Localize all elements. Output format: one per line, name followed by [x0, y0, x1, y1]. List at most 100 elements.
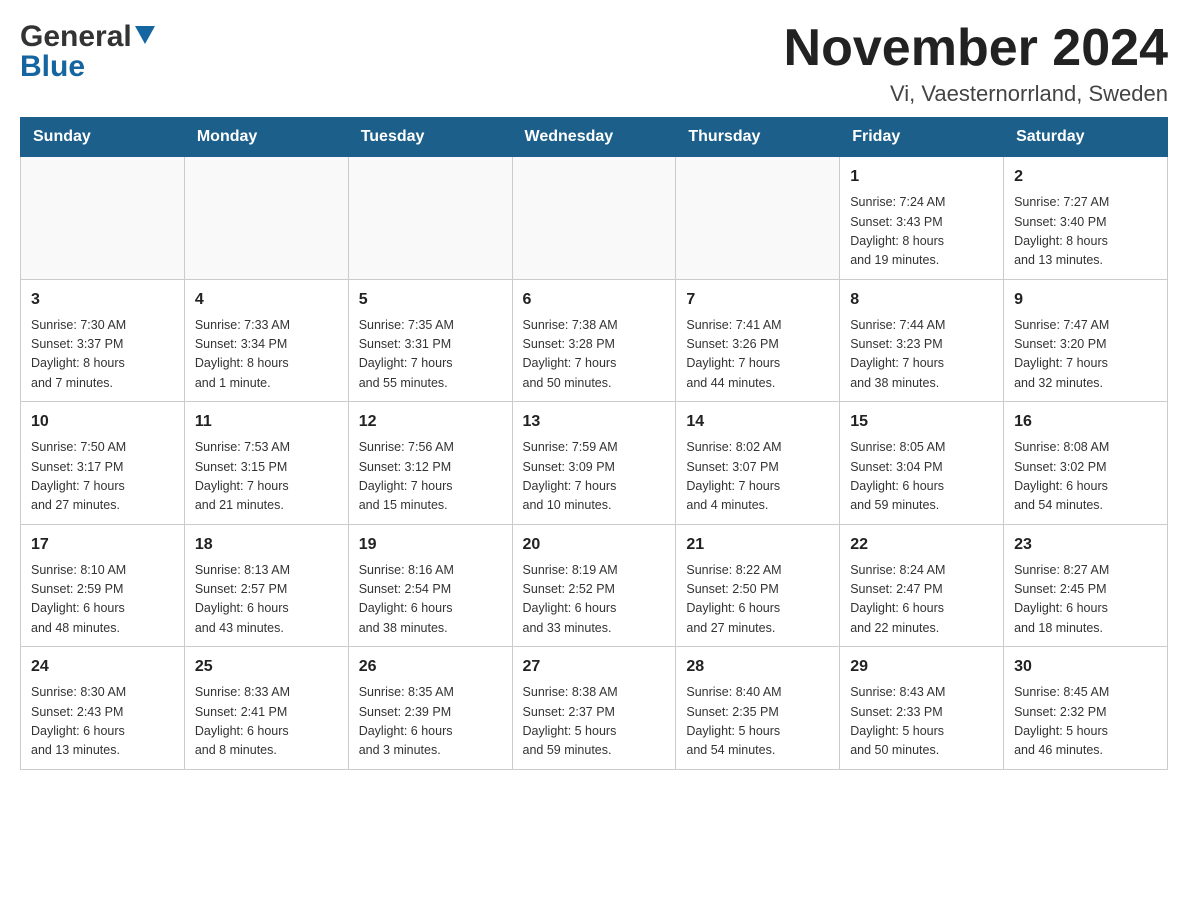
calendar-weekday-saturday: Saturday: [1004, 118, 1168, 157]
calendar-cell: 13Sunrise: 7:59 AM Sunset: 3:09 PM Dayli…: [512, 402, 676, 525]
calendar-cell: 17 Sunrise: 8:10 AM Sunset: 2:59 PM Dayli…: [21, 524, 185, 647]
calendar-cell: 25 Sunrise: 8:33 AM Sunset: 2:41 PM Dayli…: [184, 647, 348, 770]
calendar-cell: 6 Sunrise: 7:38 AM Sunset: 3:28 PM Daylig…: [512, 279, 676, 402]
calendar-week-row: 3Sunrise: 7:30 AM Sunset: 3:37 PM Daylig…: [21, 279, 1168, 402]
calendar-cell: 20 Sunrise: 8:19 AM Sunset: 2:52 PM Dayli…: [512, 524, 676, 647]
day-number: 22: [850, 533, 993, 557]
day-info: Sunrise: 8:10 AM Sunset: 2:59 PM Dayligh…: [31, 561, 174, 639]
day-info: Sunrise: 8:38 AM Sunset: 2:37 PM Dayligh…: [523, 683, 666, 761]
calendar-cell: 22 Sunrise: 8:24 AM Sunset: 2:47 PM Dayli…: [840, 524, 1004, 647]
logo-general-text: General: [20, 20, 132, 54]
day-info: Sunrise: 8:35 AM Sunset: 2:39 PM Dayligh…: [359, 683, 502, 761]
day-info: Sunrise: 8:13 AM Sunset: 2:57 PM Dayligh…: [195, 561, 338, 639]
calendar-cell: 3Sunrise: 7:30 AM Sunset: 3:37 PM Daylig…: [21, 279, 185, 402]
calendar-cell: 11 Sunrise: 7:53 AM Sunset: 3:15 PM Dayli…: [184, 402, 348, 525]
logo-blue-text: Blue: [20, 50, 155, 84]
day-info: Sunrise: 7:38 AM Sunset: 3:28 PM Dayligh…: [523, 316, 666, 394]
day-number: 1: [850, 165, 993, 189]
calendar-header-row: SundayMondayTuesdayWednesdayThursdayFrid…: [21, 118, 1168, 157]
calendar-cell: [512, 157, 676, 280]
calendar-weekday-tuesday: Tuesday: [348, 118, 512, 157]
calendar-cell: 1 Sunrise: 7:24 AM Sunset: 3:43 PM Daylig…: [840, 157, 1004, 280]
day-number: 16: [1014, 410, 1157, 434]
calendar-cell: 16 Sunrise: 8:08 AM Sunset: 3:02 PM Dayli…: [1004, 402, 1168, 525]
day-info: Sunrise: 7:30 AM Sunset: 3:37 PM Dayligh…: [31, 316, 174, 394]
location-title: Vi, Vaesternorrland, Sweden: [784, 81, 1168, 107]
calendar-cell: 8 Sunrise: 7:44 AM Sunset: 3:23 PM Daylig…: [840, 279, 1004, 402]
calendar-cell: 19Sunrise: 8:16 AM Sunset: 2:54 PM Dayli…: [348, 524, 512, 647]
logo-triangle-icon: [135, 26, 155, 44]
calendar-week-row: 10Sunrise: 7:50 AM Sunset: 3:17 PM Dayli…: [21, 402, 1168, 525]
calendar-header: SundayMondayTuesdayWednesdayThursdayFrid…: [21, 118, 1168, 157]
calendar-body: 1 Sunrise: 7:24 AM Sunset: 3:43 PM Daylig…: [21, 157, 1168, 770]
calendar-week-row: 1 Sunrise: 7:24 AM Sunset: 3:43 PM Daylig…: [21, 157, 1168, 280]
calendar-cell: 28 Sunrise: 8:40 AM Sunset: 2:35 PM Dayli…: [676, 647, 840, 770]
page-header: General Blue November 2024 Vi, Vaesterno…: [20, 20, 1168, 107]
day-info: Sunrise: 8:27 AM Sunset: 2:45 PM Dayligh…: [1014, 561, 1157, 639]
calendar-week-row: 24Sunrise: 8:30 AM Sunset: 2:43 PM Dayli…: [21, 647, 1168, 770]
day-info: Sunrise: 8:24 AM Sunset: 2:47 PM Dayligh…: [850, 561, 993, 639]
day-info: Sunrise: 7:24 AM Sunset: 3:43 PM Dayligh…: [850, 193, 993, 271]
day-info: Sunrise: 8:40 AM Sunset: 2:35 PM Dayligh…: [686, 683, 829, 761]
day-number: 5: [359, 288, 502, 312]
month-title: November 2024: [784, 20, 1168, 77]
day-info: Sunrise: 7:35 AM Sunset: 3:31 PM Dayligh…: [359, 316, 502, 394]
calendar-cell: 29 Sunrise: 8:43 AM Sunset: 2:33 PM Dayli…: [840, 647, 1004, 770]
day-number: 28: [686, 655, 829, 679]
day-number: 6: [523, 288, 666, 312]
calendar-cell: 7 Sunrise: 7:41 AM Sunset: 3:26 PM Daylig…: [676, 279, 840, 402]
day-number: 14: [686, 410, 829, 434]
calendar-cell: 21Sunrise: 8:22 AM Sunset: 2:50 PM Dayli…: [676, 524, 840, 647]
day-number: 7: [686, 288, 829, 312]
day-info: Sunrise: 7:56 AM Sunset: 3:12 PM Dayligh…: [359, 438, 502, 516]
day-info: Sunrise: 8:45 AM Sunset: 2:32 PM Dayligh…: [1014, 683, 1157, 761]
day-number: 27: [523, 655, 666, 679]
calendar-cell: [184, 157, 348, 280]
day-number: 25: [195, 655, 338, 679]
calendar-weekday-sunday: Sunday: [21, 118, 185, 157]
day-info: Sunrise: 8:22 AM Sunset: 2:50 PM Dayligh…: [686, 561, 829, 639]
calendar-cell: 9 Sunrise: 7:47 AM Sunset: 3:20 PM Daylig…: [1004, 279, 1168, 402]
calendar-cell: 15Sunrise: 8:05 AM Sunset: 3:04 PM Dayli…: [840, 402, 1004, 525]
day-number: 9: [1014, 288, 1157, 312]
day-info: Sunrise: 8:19 AM Sunset: 2:52 PM Dayligh…: [523, 561, 666, 639]
calendar-cell: 30 Sunrise: 8:45 AM Sunset: 2:32 PM Dayli…: [1004, 647, 1168, 770]
day-number: 30: [1014, 655, 1157, 679]
day-info: Sunrise: 8:30 AM Sunset: 2:43 PM Dayligh…: [31, 683, 174, 761]
calendar-cell: [676, 157, 840, 280]
day-info: Sunrise: 7:44 AM Sunset: 3:23 PM Dayligh…: [850, 316, 993, 394]
day-number: 26: [359, 655, 502, 679]
day-number: 20: [523, 533, 666, 557]
calendar-table: SundayMondayTuesdayWednesdayThursdayFrid…: [20, 117, 1168, 770]
day-info: Sunrise: 7:33 AM Sunset: 3:34 PM Dayligh…: [195, 316, 338, 394]
title-section: November 2024 Vi, Vaesternorrland, Swede…: [784, 20, 1168, 107]
calendar-cell: [21, 157, 185, 280]
day-info: Sunrise: 7:47 AM Sunset: 3:20 PM Dayligh…: [1014, 316, 1157, 394]
day-number: 23: [1014, 533, 1157, 557]
logo: General Blue: [20, 20, 155, 84]
day-info: Sunrise: 8:02 AM Sunset: 3:07 PM Dayligh…: [686, 438, 829, 516]
day-number: 8: [850, 288, 993, 312]
day-info: Sunrise: 8:43 AM Sunset: 2:33 PM Dayligh…: [850, 683, 993, 761]
day-info: Sunrise: 7:53 AM Sunset: 3:15 PM Dayligh…: [195, 438, 338, 516]
calendar-cell: [348, 157, 512, 280]
calendar-weekday-thursday: Thursday: [676, 118, 840, 157]
day-number: 18: [195, 533, 338, 557]
day-number: 29: [850, 655, 993, 679]
day-number: 17: [31, 533, 174, 557]
day-info: Sunrise: 8:16 AM Sunset: 2:54 PM Dayligh…: [359, 561, 502, 639]
day-info: Sunrise: 8:08 AM Sunset: 3:02 PM Dayligh…: [1014, 438, 1157, 516]
day-number: 12: [359, 410, 502, 434]
calendar-cell: 23 Sunrise: 8:27 AM Sunset: 2:45 PM Dayli…: [1004, 524, 1168, 647]
calendar-cell: 2Sunrise: 7:27 AM Sunset: 3:40 PM Daylig…: [1004, 157, 1168, 280]
calendar-cell: 26 Sunrise: 8:35 AM Sunset: 2:39 PM Dayli…: [348, 647, 512, 770]
day-number: 4: [195, 288, 338, 312]
day-info: Sunrise: 7:59 AM Sunset: 3:09 PM Dayligh…: [523, 438, 666, 516]
day-info: Sunrise: 7:41 AM Sunset: 3:26 PM Dayligh…: [686, 316, 829, 394]
day-number: 2: [1014, 165, 1157, 189]
calendar-week-row: 17 Sunrise: 8:10 AM Sunset: 2:59 PM Dayli…: [21, 524, 1168, 647]
calendar-cell: 18 Sunrise: 8:13 AM Sunset: 2:57 PM Dayli…: [184, 524, 348, 647]
day-number: 11: [195, 410, 338, 434]
day-info: Sunrise: 8:33 AM Sunset: 2:41 PM Dayligh…: [195, 683, 338, 761]
calendar-cell: 27 Sunrise: 8:38 AM Sunset: 2:37 PM Dayli…: [512, 647, 676, 770]
